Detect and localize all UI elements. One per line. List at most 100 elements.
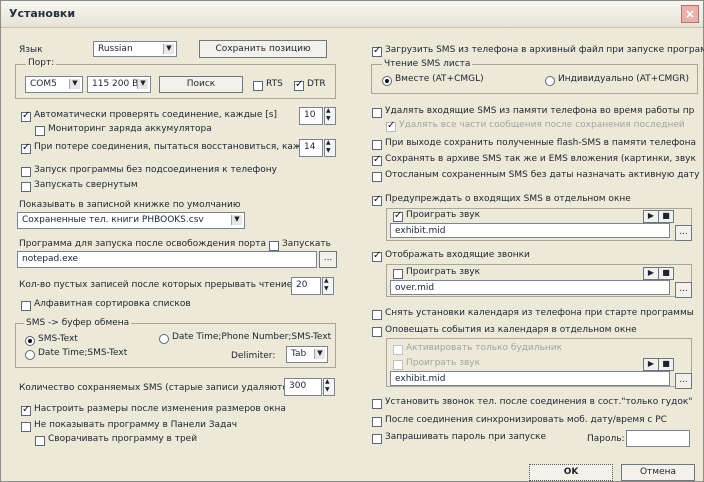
- start-without-phone-checkbox[interactable]: [21, 167, 31, 177]
- empty-entries-spinner[interactable]: [322, 277, 334, 295]
- battery-monitor-checkbox[interactable]: [35, 126, 45, 136]
- ok-button[interactable]: OK: [529, 464, 613, 481]
- sound-file-2-browse-button[interactable]: ...: [675, 282, 692, 298]
- play-sound-1-label: Проиграть звук: [406, 210, 481, 220]
- alphabetical-sort-checkbox[interactable]: [21, 301, 31, 311]
- notify-sms-window-label: Предупреждать о входящих SMS в отдельном…: [385, 194, 631, 204]
- together-label: Вместе (AT+CMGL): [395, 74, 484, 84]
- ask-password-label: Запрашивать пароль при запуске: [385, 432, 546, 442]
- cancel-button[interactable]: Отмена: [621, 464, 695, 481]
- launch-program-label: Программа для запуска после освобождения…: [19, 239, 266, 249]
- calendar-events-checkbox[interactable]: [372, 327, 382, 337]
- sent-without-date-checkbox[interactable]: [372, 172, 382, 182]
- phonebook-select[interactable]: Сохраненные тел. книги PHBOOKS.csv: [17, 212, 245, 229]
- stop-icon[interactable]: ■: [658, 210, 674, 223]
- on-exit-save-flash-label: При выходе сохранить полученные flash-SM…: [385, 138, 697, 148]
- rts-label: RTS: [266, 79, 283, 89]
- hide-taskbar-label: Не показывать программу в Панели Задач: [34, 420, 238, 430]
- password-label: Пароль:: [587, 434, 625, 444]
- sound-file-1-browse-button[interactable]: ...: [675, 225, 692, 241]
- settings-window: Установки × Язык Russian Сохранить позиц…: [0, 0, 704, 482]
- on-exit-save-flash-checkbox[interactable]: [372, 140, 382, 150]
- title-bar: Установки ×: [1, 1, 703, 28]
- reconnect-checkbox[interactable]: [21, 142, 31, 154]
- show-incoming-calls-label: Отображать входящие звонки: [385, 250, 530, 260]
- language-select[interactable]: Russian: [93, 41, 177, 57]
- auto-check-spinner[interactable]: [324, 107, 336, 125]
- delete-all-parts-label: Удалять все части сообщения после сохран…: [399, 120, 685, 130]
- auto-check-checkbox[interactable]: [21, 110, 31, 122]
- notify-sms-window-checkbox[interactable]: [372, 194, 382, 206]
- sent-without-date-label: Отосланым сохраненным SMS без даты назна…: [385, 170, 700, 180]
- resize-window-checkbox[interactable]: [21, 404, 31, 416]
- play-icon[interactable]: ▶: [643, 210, 659, 223]
- save-archive-ems-label: Сохранять в архиве SMS так же и EMS влож…: [385, 154, 696, 164]
- save-position-button[interactable]: Сохранить позицию: [199, 40, 327, 58]
- delimiter-label: Delimiter:: [231, 351, 276, 361]
- password-input[interactable]: [626, 430, 690, 447]
- load-sms-archive-label: Загрузить SMS из телефона в архивный фай…: [385, 45, 704, 55]
- reconnect-label: При потере соединения, пытаться восстано…: [34, 142, 302, 152]
- play-sound-2-checkbox[interactable]: [393, 269, 403, 279]
- stop-icon-3[interactable]: ■: [658, 358, 674, 371]
- show-incoming-calls-checkbox[interactable]: [372, 250, 382, 262]
- rts-checkbox[interactable]: [253, 81, 263, 91]
- start-minimized-label: Запускать свернутым: [34, 180, 138, 190]
- resize-window-label: Настроить размеры после изменения размер…: [34, 404, 286, 414]
- date-phone-sms-label: Date Time;Phone Number;SMS-Text: [172, 332, 332, 342]
- sms-text-radio[interactable]: [25, 336, 35, 346]
- play-sound-1-checkbox[interactable]: [393, 210, 403, 222]
- date-sms-radio[interactable]: [25, 350, 35, 360]
- date-phone-sms-radio[interactable]: [159, 334, 169, 344]
- play-sound-3-label: Проиграть звук: [406, 358, 481, 368]
- dtr-label: DTR: [307, 79, 326, 89]
- sound-file-3-browse-button[interactable]: ...: [675, 373, 692, 389]
- ask-password-checkbox[interactable]: [372, 434, 382, 444]
- together-radio[interactable]: [382, 76, 392, 86]
- date-sms-label: Date Time;SMS-Text: [38, 348, 128, 358]
- launch-browse-button[interactable]: ...: [319, 251, 337, 268]
- saved-sms-value[interactable]: 300: [284, 378, 322, 396]
- alphabetical-sort-label: Алфавитная сортировка списков: [34, 299, 191, 309]
- auto-check-value[interactable]: 10: [299, 107, 323, 125]
- delete-incoming-label: Удалять входящие SMS из памяти телефона …: [385, 106, 695, 116]
- launch-program-input[interactable]: notepad.exe: [17, 251, 317, 268]
- sound-file-2[interactable]: over.mid: [390, 280, 670, 295]
- baud-rate-select[interactable]: 115 200 Bd: [87, 76, 151, 93]
- battery-monitor-label: Мониторинг заряда аккумулятора: [48, 124, 212, 134]
- close-icon[interactable]: ×: [681, 5, 699, 23]
- clipboard-group-label: SMS -> буфер обмена: [24, 318, 132, 328]
- delete-all-parts-checkbox[interactable]: [386, 120, 396, 132]
- saved-sms-spinner[interactable]: [323, 378, 335, 396]
- minimize-tray-label: Сворачивать программу в трей: [48, 434, 198, 444]
- load-sms-archive-checkbox[interactable]: [372, 45, 382, 57]
- dtr-checkbox[interactable]: [294, 79, 304, 91]
- hide-taskbar-checkbox[interactable]: [21, 422, 31, 432]
- search-button[interactable]: Поиск: [159, 76, 243, 93]
- auto-check-label: Автоматически проверять соединение, кажд…: [34, 110, 278, 120]
- launch-label: Запускать: [282, 239, 331, 249]
- remove-calendar-checkbox[interactable]: [372, 310, 382, 320]
- sound-file-3[interactable]: exhibit.mid: [390, 371, 670, 386]
- minimize-tray-checkbox[interactable]: [35, 436, 45, 446]
- activate-only-alarm-checkbox[interactable]: [393, 345, 403, 355]
- set-ringtone-checkbox[interactable]: [372, 399, 382, 409]
- play-icon-3[interactable]: ▶: [643, 358, 659, 371]
- individually-radio[interactable]: [545, 76, 555, 86]
- empty-entries-label: Кол-во пустых записей после которых прер…: [19, 280, 293, 290]
- delimiter-select[interactable]: Tab: [286, 346, 328, 363]
- empty-entries-value[interactable]: 20: [291, 277, 321, 295]
- launch-checkbox[interactable]: [269, 241, 279, 251]
- delete-incoming-checkbox[interactable]: [372, 108, 382, 118]
- play-sound-3-checkbox[interactable]: [393, 360, 403, 370]
- save-archive-ems-checkbox[interactable]: [372, 154, 382, 166]
- com-port-select[interactable]: COM5: [25, 76, 83, 93]
- start-minimized-checkbox[interactable]: [21, 182, 31, 192]
- stop-icon-2[interactable]: ■: [658, 267, 674, 280]
- reconnect-value[interactable]: 14: [299, 139, 323, 157]
- sound-file-1[interactable]: exhibit.mid: [390, 223, 670, 238]
- saved-sms-label: Количество сохраняемых SMS (старые запис…: [19, 383, 293, 393]
- reconnect-spinner[interactable]: [324, 139, 336, 157]
- play-icon-2[interactable]: ▶: [643, 267, 659, 280]
- sync-datetime-checkbox[interactable]: [372, 417, 382, 427]
